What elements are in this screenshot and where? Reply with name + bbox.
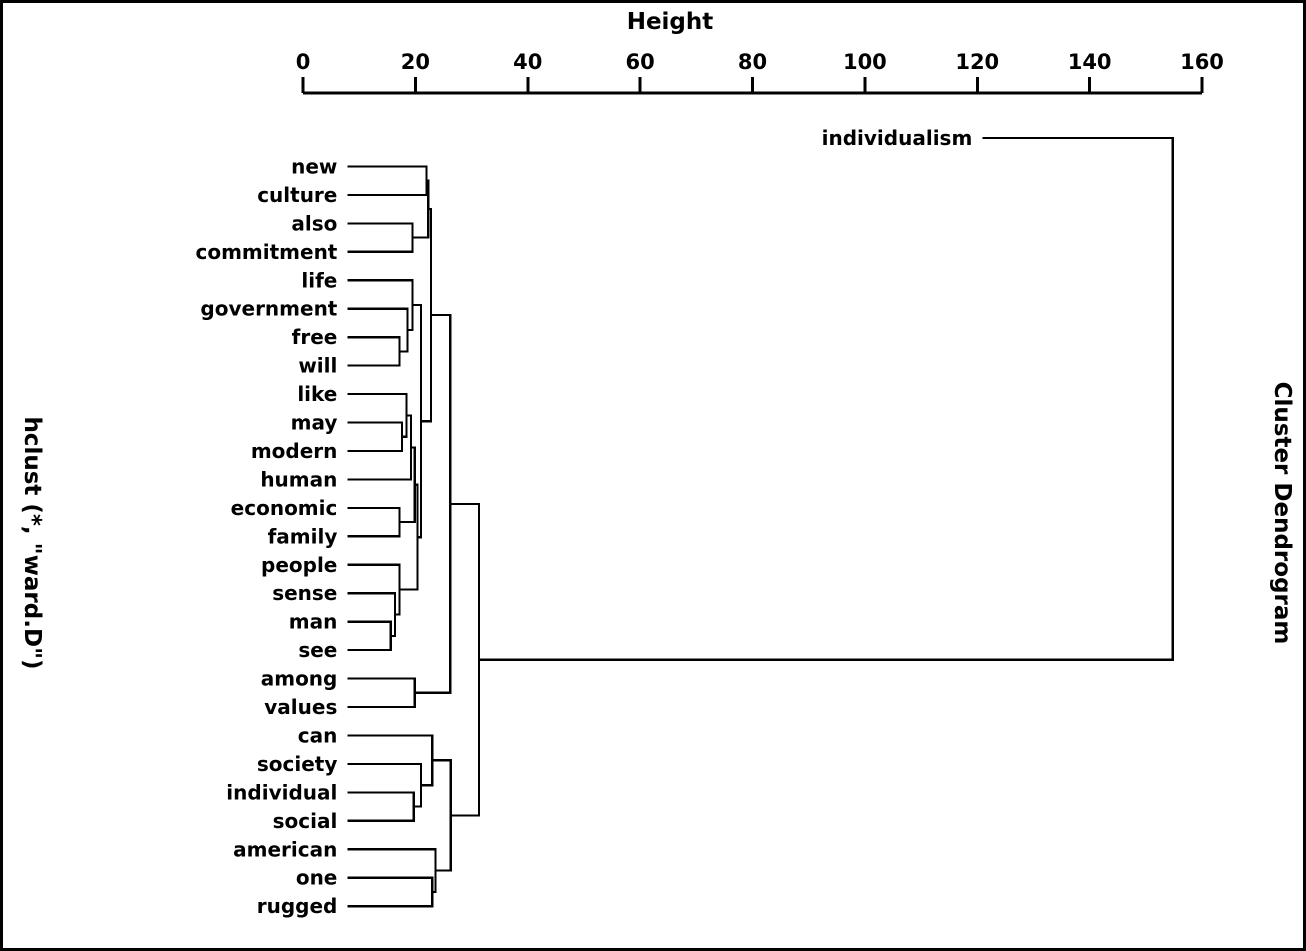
leaf-label: society — [257, 752, 338, 776]
leaf-label: social — [273, 809, 338, 833]
dendrogram-link — [347, 734, 434, 787]
dendrogram-link — [347, 762, 423, 808]
dendrogram-link — [399, 446, 416, 524]
dendrogram-link — [347, 791, 415, 822]
dendrogram-link — [347, 279, 414, 332]
axis-tick-label: 60 — [626, 50, 655, 74]
dendrogram-link — [347, 336, 401, 367]
dendrogram-link — [347, 165, 428, 196]
leaf-label: life — [301, 268, 337, 292]
leaf-label: american — [233, 837, 337, 861]
leaf-label: government — [200, 297, 337, 321]
dendrogram-link — [347, 421, 403, 453]
leaf-label: will — [298, 354, 337, 378]
leaf-label: can — [298, 723, 338, 747]
dendrogram-link — [450, 502, 480, 817]
dendrogram-plot: 0 20 40 60 80 100 120 140 160 individualism new cu… — [19, 9, 1295, 918]
dendrogram-link — [347, 506, 401, 538]
dendrogram-link — [347, 307, 409, 353]
figure-frame: 0 20 40 60 80 100 120 140 160 individualism new cu… — [0, 0, 1306, 951]
leaf-label: rugged — [257, 894, 338, 918]
leaf-label: one — [296, 866, 338, 890]
axis-tick-label: 160 — [1180, 50, 1224, 74]
leaf-label: also — [291, 211, 337, 235]
leaf-label: people — [261, 553, 337, 577]
leaf-label: new — [291, 154, 337, 178]
dendrogram-link — [478, 136, 1174, 661]
dendrogram-link — [347, 563, 401, 616]
axis-tick-label: 120 — [955, 50, 999, 74]
leaf-label: like — [297, 382, 337, 406]
dendrogram-link — [347, 222, 414, 253]
dendrogram-link — [347, 848, 437, 894]
leaf-labels: individualism new culture also commitment lif… — [195, 126, 972, 918]
y-axis-label: hclust (*, "ward.D") — [19, 416, 45, 669]
leaf-label: family — [268, 524, 338, 548]
dendrogram-link — [347, 592, 397, 637]
axis-tick-label: 0 — [296, 50, 311, 74]
leaf-label: culture — [257, 183, 337, 207]
leaf-label: modern — [251, 439, 338, 463]
axis-tick-label: 100 — [843, 50, 887, 74]
leaf-label: may — [291, 411, 338, 435]
dendrogram-link — [420, 208, 433, 423]
leaf-label: sense — [272, 581, 337, 605]
dendrogram-link — [347, 876, 434, 908]
leaf-label: individualism — [822, 126, 973, 150]
height-axis: 0 20 40 60 80 100 120 140 160 — [296, 50, 1224, 95]
axis-tick-label: 80 — [738, 50, 767, 74]
axis-title: Height — [627, 9, 714, 35]
dendrogram-link — [347, 620, 392, 652]
leaf-label: commitment — [195, 240, 337, 264]
leaf-label: values — [264, 695, 337, 719]
dendrogram-link — [347, 392, 408, 438]
dendrogram-link — [347, 677, 416, 709]
leaf-label: man — [289, 610, 338, 634]
leaf-label: individual — [226, 780, 337, 804]
leaf-label: human — [260, 467, 337, 491]
leaf-label: see — [298, 638, 337, 662]
leaf-label: among — [261, 667, 338, 691]
main-title: Cluster Dendrogram — [1269, 382, 1295, 645]
axis-tick-label: 20 — [401, 50, 430, 74]
leaf-label: economic — [231, 496, 338, 520]
dendrogram-links — [347, 136, 1174, 908]
axis-tick-label: 40 — [513, 50, 542, 74]
axis-tick-label: 140 — [1068, 50, 1112, 74]
leaf-label: free — [292, 325, 338, 349]
